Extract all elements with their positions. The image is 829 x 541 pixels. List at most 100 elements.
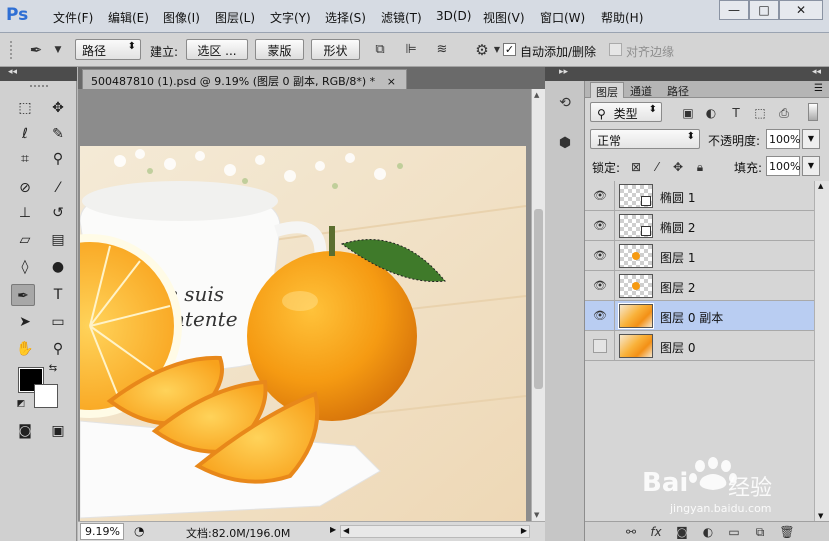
lock-transparent-icon[interactable]: ⊠ [628,159,644,175]
filter-smartobject-icon[interactable]: ⎙ [776,105,792,121]
path-arrangement-icon[interactable]: ≋ [434,42,450,58]
healing-brush-tool-icon[interactable]: ⊘ [13,177,37,199]
eye-icon[interactable]: 👁︎ [593,249,607,263]
eyedropper-tool-icon[interactable]: ⚲ [46,148,70,170]
eye-icon[interactable]: 👁︎ [593,309,607,323]
filter-toggle-switch[interactable] [808,103,818,121]
maximize-button[interactable]: □ [749,0,779,20]
layer-row[interactable]: 👁︎ 椭圆 1 [585,181,814,211]
properties-panel-icon[interactable]: ⬢ [553,131,577,155]
zoom-tool-icon[interactable]: ⚲ [46,338,70,360]
quick-mask-icon[interactable]: ◙ [13,420,37,442]
layer-row[interactable]: 👁︎ 图层 1 [585,241,814,271]
history-brush-tool-icon[interactable]: ↺ [46,202,70,224]
dock-header[interactable]: ▸▸ [545,67,585,81]
scroll-up-icon[interactable]: ▲ [534,91,539,99]
menu-type[interactable]: 文字(Y) [270,9,311,26]
layer-row[interactable]: 图层 0 [585,331,814,361]
clone-stamp-tool-icon[interactable]: ⊥ [13,202,37,224]
marquee-tool-icon[interactable]: ⬚ [13,97,37,119]
path-operations-icon[interactable]: ⧉ [372,42,388,58]
new-layer-icon[interactable]: ⧉ [752,524,768,540]
lasso-tool-icon[interactable]: ℓ [13,123,37,145]
layer-row[interactable]: 👁︎ 图层 2 [585,271,814,301]
scroll-up-icon[interactable]: ▲ [818,182,823,190]
make-selection-button[interactable]: 选区 ... [186,39,248,60]
vertical-scroll-thumb[interactable] [534,209,543,389]
link-layers-icon[interactable]: ⚯ [623,524,639,540]
scroll-down-icon[interactable]: ▼ [534,511,539,519]
quick-selection-tool-icon[interactable]: ✎ [46,123,70,145]
fill-input[interactable]: 100% [766,156,800,176]
scroll-left-icon[interactable]: ◀ [343,526,349,535]
hand-tool-icon[interactable]: ✋ [13,338,37,360]
dock-collapse-icon[interactable]: ▸▸ [559,67,568,77]
document-tab-close-icon[interactable]: × [387,75,396,88]
lock-all-icon[interactable]: 🔒︎ [692,159,708,175]
menu-3d[interactable]: 3D(D) [436,9,471,23]
opacity-dropdown-icon[interactable]: ▼ [802,129,820,149]
lock-image-icon[interactable]: ⁄ [649,159,665,175]
toolbox-header[interactable]: ◂◂ [0,67,77,81]
type-tool-icon[interactable]: T [46,284,70,306]
eye-icon[interactable]: 👁︎ [593,189,607,203]
layer-row[interactable]: 👁︎ 椭圆 2 [585,211,814,241]
vertical-scrollbar[interactable]: ▲ ▼ [531,89,545,521]
pen-tool-icon[interactable]: ✒ [11,284,35,306]
minimize-button[interactable]: — [719,0,749,20]
new-group-icon[interactable]: ▭ [726,524,742,540]
panel-menu-icon[interactable]: ☰ [814,83,823,94]
background-color-swatch[interactable] [34,384,58,408]
document-tab[interactable]: 500487810 (1).psd @ 9.19% (图层 0 副本, RGB/… [82,69,407,89]
layer-filter-select[interactable]: ⚲ 类型 ⬍ [590,102,662,122]
status-menu-icon[interactable]: ▶ [330,525,336,534]
gradient-tool-icon[interactable]: ▤ [46,229,70,251]
auto-add-delete-checkbox[interactable]: ✓ [503,43,516,56]
dodge-tool-icon[interactable]: ● [46,256,70,278]
default-colors-icon[interactable]: ◩ [14,397,28,411]
tab-layers[interactable]: 图层 [590,82,624,99]
tab-channels[interactable]: 通道 [625,82,657,98]
lock-position-icon[interactable]: ✥ [670,159,686,175]
document-canvas[interactable]: Je suis ontente [80,146,526,522]
add-mask-icon[interactable]: ◙ [674,524,690,540]
menu-view[interactable]: 视图(V) [483,9,525,26]
rectangle-tool-icon[interactable]: ▭ [46,311,70,333]
menu-layer[interactable]: 图层(L) [215,9,255,26]
menu-edit[interactable]: 编辑(E) [108,9,149,26]
blend-mode-select[interactable]: 正常 ⬍ [590,129,700,149]
delete-layer-icon[interactable]: 🗑︎ [779,524,795,540]
adjustment-layer-icon[interactable]: ◐ [700,524,716,540]
path-alignment-icon[interactable]: ⊫ [403,42,419,58]
filter-shape-icon[interactable]: ⬚ [752,105,768,121]
screen-mode-icon[interactable]: ▣ [46,420,70,442]
collapse-icon[interactable]: ◂◂ [8,67,17,77]
opacity-input[interactable]: 100% [766,129,800,149]
filter-adjustment-icon[interactable]: ◐ [703,105,719,121]
layer-style-icon[interactable]: fx [648,524,664,540]
horizontal-scrollbar[interactable]: ◀ ▶ [340,525,530,538]
align-edges-checkbox[interactable] [609,43,622,56]
tab-paths[interactable]: 路径 [662,82,694,98]
panel-collapse-icon[interactable]: ◂◂ [812,67,821,77]
layer-row[interactable]: 👁︎ 图层 0 副本 [585,301,814,331]
filter-pixel-icon[interactable]: ▣ [680,105,696,121]
menu-image[interactable]: 图像(I) [163,9,200,26]
fill-dropdown-icon[interactable]: ▼ [802,156,820,176]
visibility-toggle-off[interactable] [593,339,607,353]
move-tool-icon[interactable]: ✥ [46,97,70,119]
layers-panel-header[interactable]: ◂◂ [585,67,829,81]
menu-filter[interactable]: 滤镜(T) [381,9,422,26]
pen-mode-select[interactable]: 路径 ⬍ [75,39,141,60]
zoom-field[interactable]: 9.19% [80,523,124,540]
status-options-icon[interactable]: ◔ [134,524,144,538]
scroll-right-icon[interactable]: ▶ [521,526,527,535]
brush-tool-icon[interactable]: ⁄ [46,177,70,199]
menu-help[interactable]: 帮助(H) [601,9,643,26]
history-panel-icon[interactable]: ⟲ [553,91,577,115]
close-button[interactable]: ✕ [779,0,823,20]
gear-icon[interactable]: ⚙ [474,42,490,58]
eye-icon[interactable]: 👁︎ [593,279,607,293]
swap-colors-icon[interactable]: ⇆ [46,362,60,376]
menu-select[interactable]: 选择(S) [325,9,366,26]
